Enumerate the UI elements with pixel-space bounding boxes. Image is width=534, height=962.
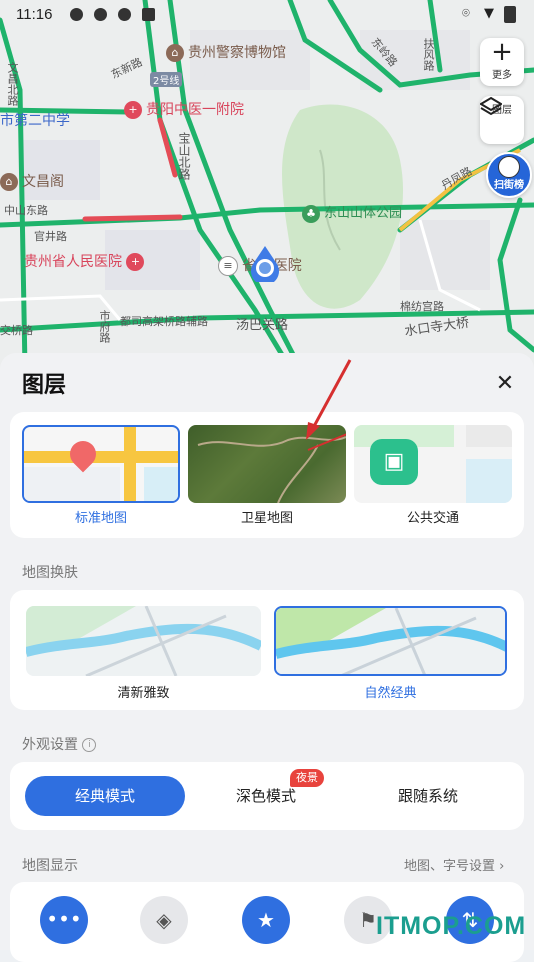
more-button[interactable]: + 更多 (480, 38, 524, 86)
standard-map-option[interactable] (22, 425, 180, 503)
satellite-map-label: 卫星地图 (240, 511, 293, 526)
mode-system-button[interactable]: 跟随系统 (348, 776, 508, 816)
transit-map-option[interactable]: ▣ (354, 425, 512, 503)
museum-icon: ⌂ (166, 44, 184, 62)
road-label: 中山东路 (4, 204, 48, 217)
road-label: 扶风路 (422, 38, 435, 71)
display-section-title: 地图显示 (22, 858, 78, 874)
location-marker-icon (250, 246, 280, 282)
layers-button[interactable]: 图层 (480, 96, 524, 144)
road-label: 交桥路 (0, 324, 33, 337)
poi-wenchang[interactable]: ⌂ 文昌阁 (0, 171, 64, 191)
landmark-icon: ⌂ (0, 173, 18, 191)
battery-icon (504, 6, 516, 23)
skin-natural-option[interactable] (274, 606, 507, 676)
sheet-title: 图层 (22, 373, 67, 398)
hospital-icon: + (124, 101, 142, 119)
star-icon[interactable]: ★ (242, 896, 290, 944)
road-label: 市府路 (98, 310, 111, 343)
poi-label: 文昌阁 (22, 174, 64, 190)
bus-icon: ▣ (370, 439, 418, 485)
appearance-section-title: 外观设置 i (22, 734, 97, 754)
poi-school-label[interactable]: 市第二中学 (0, 110, 70, 130)
skin-natural-label: 自然经典 (364, 686, 417, 701)
skin-fresh-label: 清新雅致 (117, 686, 170, 701)
road-label: 汤巴关路 (236, 318, 289, 333)
watermark: ITMOP.COM (376, 912, 527, 940)
poi-label: 贵州警察博物馆 (188, 45, 286, 61)
ball-icon (498, 156, 520, 178)
park-icon: ♣ (302, 204, 320, 223)
skin-section-title: 地图换肤 (22, 565, 78, 581)
chat-bubble-icon[interactable]: ••• (40, 896, 88, 944)
standard-map-label: 标准地图 (74, 511, 127, 526)
road-label: 都司高架桥路辅路 (120, 315, 208, 328)
info-icon[interactable]: i (82, 738, 97, 752)
poi-prov-hospital[interactable]: 贵州省人民医院 + (24, 251, 148, 271)
location-status-icon: ⌾ (462, 6, 470, 21)
road-label: 棉纺宫路 (400, 300, 444, 313)
poi-label: 贵阳中医一附院 (146, 102, 244, 118)
poi-dongshan-park[interactable]: ♣ 东山山体公园 (302, 202, 402, 223)
mode-classic-button[interactable]: 经典模式 (25, 776, 185, 816)
map-view[interactable]: ⌂ 贵州警察博物馆 + 贵阳中医一附院 市第二中学 ⌂ 文昌阁 中山东路 东新路 2号… (0, 0, 534, 368)
appearance-title-text: 外观设置 (22, 737, 78, 753)
road-label: 宝山北路 (177, 132, 191, 180)
scan-street-label: 扫街榜 (494, 180, 524, 191)
metro-line-label: 2号线 (150, 72, 183, 87)
app-notification-icon (118, 8, 131, 21)
road-label: 官井路 (34, 230, 67, 243)
building-icon: ≡ (218, 256, 238, 276)
transit-map-label: 公共交通 (406, 511, 459, 526)
poi-tcm-hospital[interactable]: + 贵阳中医一附院 (124, 99, 244, 119)
plus-icon: + (491, 37, 513, 67)
road-sign-icon[interactable]: ◈ (140, 896, 188, 944)
scan-street-button[interactable]: 扫街榜 (486, 152, 532, 198)
skin-fresh-option[interactable] (26, 606, 261, 676)
more-button-label: 更多 (492, 70, 512, 81)
wifi-icon: ▼ (484, 6, 494, 21)
app-notification-icon (70, 8, 83, 21)
display-link-text: 地图、字号设置 (404, 859, 496, 874)
status-bar: 11:16 ⌾ ▼ (0, 0, 534, 28)
hospital-icon: + (126, 253, 145, 271)
poi-label: 贵州省人民医院 (24, 254, 122, 270)
app-notification-icon (94, 8, 107, 21)
app-notification-icon (142, 8, 155, 21)
display-settings-link[interactable]: 地图、字号设置 › (404, 855, 504, 874)
poi-label: 东山山体公园 (324, 206, 403, 221)
poi-police-museum[interactable]: ⌂ 贵州警察博物馆 (166, 42, 286, 62)
night-badge: 夜景 (290, 769, 324, 787)
annotation-arrow (306, 359, 352, 440)
road-label: 文昌北路 (6, 62, 19, 106)
close-icon[interactable]: ✕ (490, 369, 520, 399)
status-time: 11:16 (16, 6, 53, 23)
